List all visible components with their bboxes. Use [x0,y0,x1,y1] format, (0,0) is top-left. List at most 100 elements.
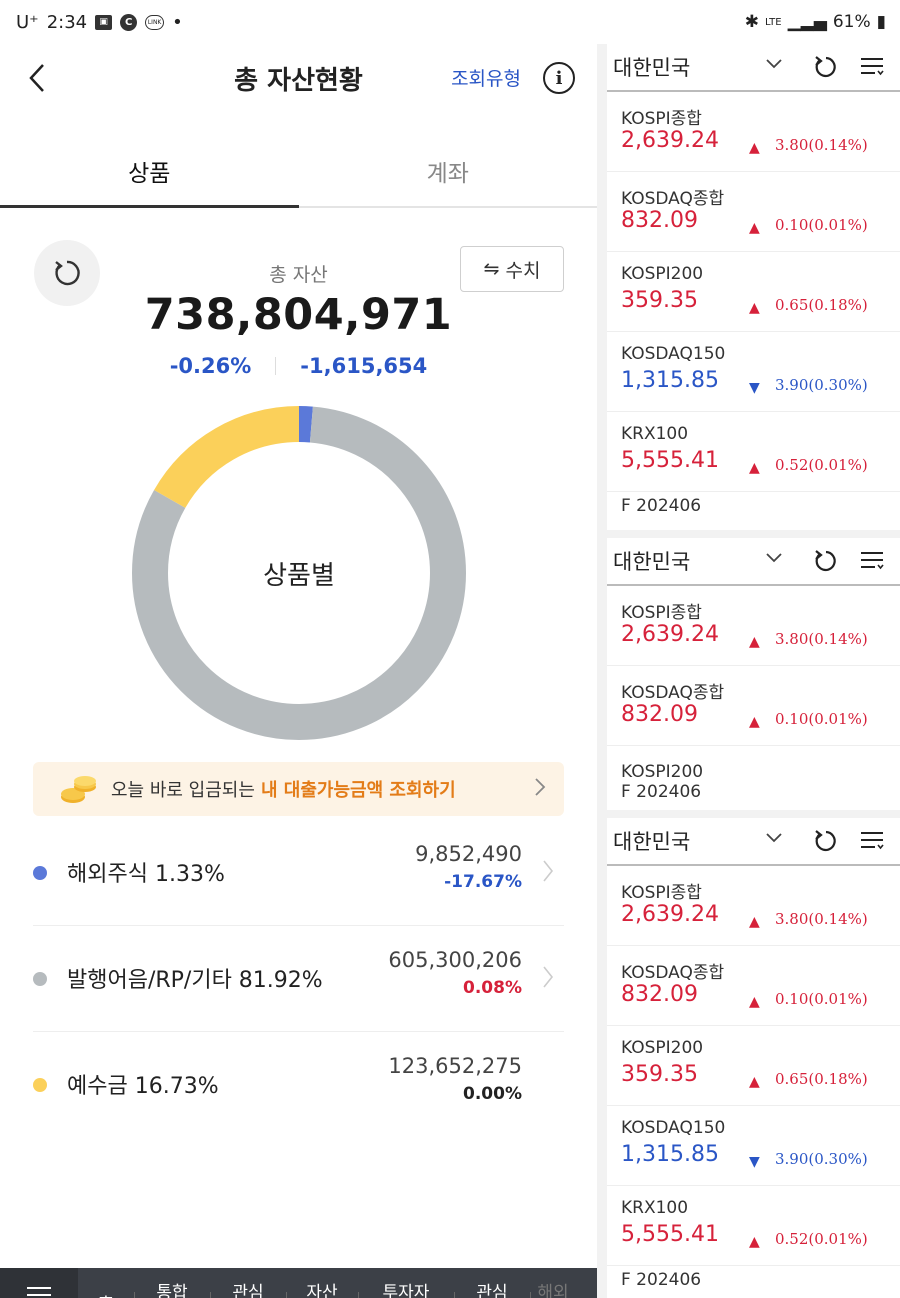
index-change: 0.65(0.18%) [775,1070,868,1088]
chevron-down-icon[interactable] [765,832,783,844]
gallery-icon: ▣ [95,14,113,30]
asset-amount: 605,300,206 [388,948,522,972]
chevron-down-icon[interactable] [765,552,783,564]
country-selector[interactable]: 대한민국 [613,546,690,576]
triangle-up-icon: ▲ [749,220,760,236]
country-selector[interactable]: 대한민국 [613,826,690,856]
index-change: 0.65(0.18%) [775,296,868,314]
index-price: 2,639.24 [621,622,719,647]
info-icon: i [555,67,563,89]
index-price: 5,555.41 [621,1222,719,1247]
nav-investor-trends[interactable]: 투자자동향 [358,1268,454,1298]
index-name-partial: F 202406 [621,1270,702,1290]
triangle-up-icon: ▲ [749,714,760,730]
clock: 2:34 [46,11,88,33]
market-panel-header: 대한민국 [607,538,900,586]
nav-asset-eval[interactable]: 자산평가 [286,1268,358,1298]
chevron-down-icon[interactable] [765,58,783,70]
triangle-up-icon: ▲ [749,1074,760,1090]
index-name: KOSPI종합 [621,109,702,129]
index-change: 3.90(0.30%) [775,1150,868,1168]
bottom-nav: 메뉴 홈 통합검색 관심종목 자산평가 투자자동향 관심종목 해외일반 > [0,1268,597,1298]
asset-amount: 123,652,275 [388,1054,522,1078]
triangle-up-icon: ▲ [749,300,760,316]
asset-row[interactable]: 발행어음/RP/기타 81.92% 605,300,206 0.08% [33,928,564,1032]
refresh-icon[interactable] [813,54,839,80]
index-row[interactable]: KOSDAQ종합 832.09 ▲ 0.10(0.01%) [607,946,900,1026]
index-row[interactable]: KOSDAQ종합 832.09 ▲ 0.10(0.01%) [607,172,900,252]
menu-button[interactable]: 메뉴 [0,1268,78,1298]
back-button[interactable] [20,58,54,98]
line-chat-icon: LINK [145,14,165,30]
product-donut-chart[interactable]: 상품별 [132,406,466,740]
nav-label: 관심종목 [232,1283,264,1298]
index-row[interactable]: KOSPI200 359.35 ▲ 0.65(0.18%) [607,1026,900,1106]
asset-return: 0.00% [463,1084,522,1104]
index-name: KOSPI종합 [621,883,702,903]
nav-label: 통합검색 [156,1283,188,1298]
tab-accounts[interactable]: 계좌 [299,144,598,206]
index-row[interactable]: KOSPI종합 2,639.24 ▲ 3.80(0.14%) [607,92,900,172]
nav-watchlist-2[interactable]: 관심종목 [454,1268,530,1298]
index-name: KOSPI200 [621,1038,704,1058]
refresh-icon[interactable] [813,548,839,574]
index-name: KOSPI200 [621,762,704,782]
asset-return: 0.08% [463,978,522,998]
market-index-pane: 대한민국 KOSPI종합 2,639.24 ▲ 3.80(0.14%) KOSDAQ종합 8… [597,44,900,1298]
index-row[interactable]: KOSDAQ150 1,315.85 ▼ 3.90(0.30%) [607,1106,900,1186]
index-name: KOSDAQ종합 [621,963,725,983]
index-row[interactable]: KOSPI종합 2,639.24 ▲ 3.80(0.14%) [607,586,900,666]
chevron-right-icon [535,778,546,796]
legend-dot [33,866,47,880]
refresh-icon[interactable] [813,828,839,854]
index-row[interactable]: KOSDAQ150 1,315.85 ▼ 3.90(0.30%) [607,332,900,412]
triangle-up-icon: ▲ [749,140,760,156]
triangle-up-icon: ▲ [749,914,760,930]
index-price: 832.09 [621,208,698,233]
network-label: LTE [764,16,782,28]
triangle-down-icon: ▼ [749,380,760,396]
index-name: KOSPI200 [621,264,704,284]
index-change: 3.80(0.14%) [775,910,868,928]
nav-watchlist[interactable]: 관심종목 [210,1268,286,1298]
nav-integrated-search[interactable]: 통합검색 [134,1268,210,1298]
index-name: KOSDAQ종합 [621,189,725,209]
triangle-up-icon: ▲ [749,634,760,650]
legend-dot [33,1078,47,1092]
tab-products[interactable]: 상품 [0,144,299,208]
loan-banner-highlight: 내 대출가능금액 조회하기 [260,780,456,801]
coins-icon [59,773,99,805]
index-price: 832.09 [621,702,698,727]
divider [275,357,277,375]
index-row[interactable]: KRX100 5,555.41 ▲ 0.52(0.01%) [607,1186,900,1266]
market-panel-header: 대한민국 [607,44,900,92]
index-change: 3.80(0.14%) [775,630,868,648]
battery-icon: ▮ [876,12,886,32]
asset-amount: 9,852,490 [415,842,522,866]
hamburger-icon [27,1287,51,1298]
country-selector[interactable]: 대한민국 [613,52,690,82]
query-type-button[interactable]: 조회유형 [451,64,521,91]
index-change: 0.10(0.01%) [775,990,868,1008]
loan-limit-banner[interactable]: 오늘 바로 입금되는 내 대출가능금액 조회하기 [33,762,564,816]
change-percent: -0.26% [169,354,252,378]
index-row[interactable]: KOSDAQ종합 832.09 ▲ 0.10(0.01%) [607,666,900,746]
index-row[interactable]: KOSPI200 359.35 ▲ 0.65(0.18%) [607,252,900,332]
chevron-right-icon [543,860,554,882]
nav-home[interactable]: 홈 [78,1268,134,1298]
asset-name: 발행어음/RP/기타 81.92% [67,968,323,993]
carrier-label: U⁺ [16,11,39,33]
list-menu-icon[interactable] [859,56,885,78]
index-change: 3.80(0.14%) [775,136,868,154]
list-menu-icon[interactable] [859,550,885,572]
change-amount: -1,615,654 [300,354,428,378]
index-row[interactable]: KRX100 5,555.41 ▲ 0.52(0.01%) [607,412,900,492]
index-row[interactable]: KOSPI종합 2,639.24 ▲ 3.80(0.14%) [607,866,900,946]
asset-row[interactable]: 해외주식 1.33% 9,852,490 -17.67% [33,822,564,926]
info-button[interactable]: i [543,62,575,94]
nav-label: 투자자동향 [382,1283,430,1298]
triangle-up-icon: ▲ [749,1234,760,1250]
nav-more-button[interactable]: > [567,1290,587,1298]
list-menu-icon[interactable] [859,830,885,852]
nav-label: 관심종목 [476,1283,508,1298]
